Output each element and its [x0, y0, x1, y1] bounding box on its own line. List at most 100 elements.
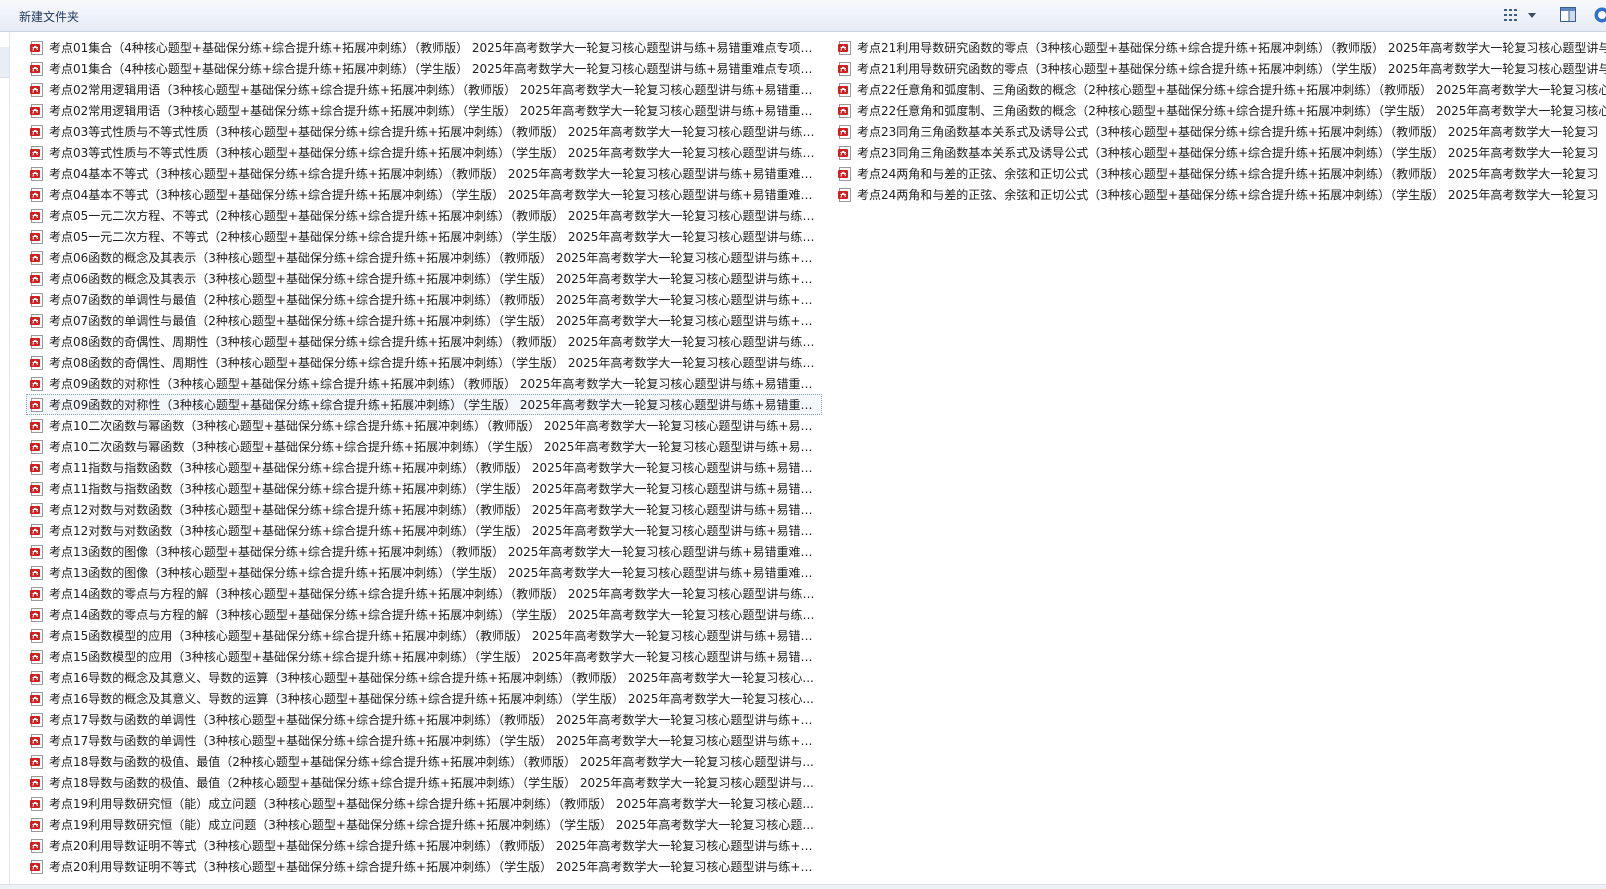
file-name: 考点18导数与函数的极值、最值（2种核心题型+基础保分练+综合提升练+拓展冲刺练… [49, 755, 814, 769]
pdf-file-icon [30, 755, 44, 769]
file-name: 考点12对数与对数函数（3种核心题型+基础保分练+综合提升练+拓展冲刺练）（学生… [49, 524, 821, 538]
file-row[interactable]: 考点03等式性质与不等式性质（3种核心题型+基础保分练+综合提升练+拓展冲刺练）… [26, 121, 822, 142]
file-row[interactable]: 考点02常用逻辑用语（3种核心题型+基础保分练+综合提升练+拓展冲刺练）（学生版… [26, 100, 822, 121]
file-list: 考点01集合（4种核心题型+基础保分练+综合提升练+拓展冲刺练）（教师版） 20… [0, 33, 1606, 884]
pdf-file-icon [30, 335, 44, 349]
file-row[interactable]: 考点01集合（4种核心题型+基础保分练+综合提升练+拓展冲刺练）（学生版） 20… [26, 58, 822, 79]
file-name: 考点05一元二次方程、不等式（2种核心题型+基础保分练+综合提升练+拓展冲刺练）… [49, 230, 821, 244]
file-row[interactable]: 考点21利用导数研究函数的零点（3种核心题型+基础保分练+综合提升练+拓展冲刺练… [834, 58, 1606, 79]
pdf-file-icon [30, 419, 44, 433]
file-row[interactable]: 考点07函数的单调性与最值（2种核心题型+基础保分练+综合提升练+拓展冲刺练）（… [26, 289, 822, 310]
file-row[interactable]: 考点20利用导数证明不等式（3种核心题型+基础保分练+综合提升练+拓展冲刺练）（… [26, 856, 822, 877]
explorer-toolbar: 新建文件夹 [0, 0, 1606, 32]
file-name: 考点21利用导数研究函数的零点（3种核心题型+基础保分练+综合提升练+拓展冲刺练… [857, 62, 1606, 76]
file-row[interactable]: 考点01集合（4种核心题型+基础保分练+综合提升练+拓展冲刺练）（教师版） 20… [26, 37, 822, 58]
file-row[interactable]: 考点06函数的概念及其表示（3种核心题型+基础保分练+综合提升练+拓展冲刺练）（… [26, 268, 822, 289]
pdf-file-icon [30, 482, 44, 496]
pdf-file-icon [30, 293, 44, 307]
file-name: 考点09函数的对称性（3种核心题型+基础保分练+综合提升练+拓展冲刺练）（教师版… [49, 377, 821, 391]
file-row[interactable]: 考点14函数的零点与方程的解（3种核心题型+基础保分练+综合提升练+拓展冲刺练）… [26, 583, 822, 604]
pdf-file-icon [30, 314, 44, 328]
file-row[interactable]: 考点08函数的奇偶性、周期性（3种核心题型+基础保分练+综合提升练+拓展冲刺练）… [26, 331, 822, 352]
pdf-file-icon [30, 608, 44, 622]
pdf-file-icon [838, 146, 852, 160]
file-name: 考点03等式性质与不等式性质（3种核心题型+基础保分练+综合提升练+拓展冲刺练）… [49, 125, 821, 139]
file-row[interactable]: 考点04基本不等式（3种核心题型+基础保分练+综合提升练+拓展冲刺练）（学生版）… [26, 184, 822, 205]
file-column-right: 考点21利用导数研究函数的零点（3种核心题型+基础保分练+综合提升练+拓展冲刺练… [834, 37, 1606, 205]
file-row[interactable]: 考点10二次函数与幂函数（3种核心题型+基础保分练+综合提升练+拓展冲刺练）（教… [26, 415, 822, 436]
file-row[interactable]: 考点24两角和与差的正弦、余弦和正切公式（3种核心题型+基础保分练+综合提升练+… [834, 163, 1606, 184]
file-name: 考点22任意角和弧度制、三角函数的概念（2种核心题型+基础保分练+综合提升练+拓… [857, 104, 1606, 118]
file-row[interactable]: 考点11指数与指数函数（3种核心题型+基础保分练+综合提升练+拓展冲刺练）（教师… [26, 457, 822, 478]
file-row[interactable]: 考点18导数与函数的极值、最值（2种核心题型+基础保分练+综合提升练+拓展冲刺练… [26, 751, 822, 772]
pdf-file-icon [30, 671, 44, 685]
file-name: 考点09函数的对称性（3种核心题型+基础保分练+综合提升练+拓展冲刺练）（学生版… [49, 398, 821, 412]
file-row[interactable]: 考点11指数与指数函数（3种核心题型+基础保分练+综合提升练+拓展冲刺练）（学生… [26, 478, 822, 499]
file-name: 考点01集合（4种核心题型+基础保分练+综合提升练+拓展冲刺练）（学生版） 20… [49, 62, 821, 76]
pdf-file-icon [838, 104, 852, 118]
file-row[interactable]: 考点23同角三角函数基本关系式及诱导公式（3种核心题型+基础保分练+综合提升练+… [834, 121, 1606, 142]
file-name: 考点20利用导数证明不等式（3种核心题型+基础保分练+综合提升练+拓展冲刺练）（… [49, 860, 821, 874]
file-name: 考点24两角和与差的正弦、余弦和正切公式（3种核心题型+基础保分练+综合提升练+… [857, 167, 1599, 181]
file-row[interactable]: 考点17导数与函数的单调性（3种核心题型+基础保分练+综合提升练+拓展冲刺练）（… [26, 709, 822, 730]
file-row[interactable]: 考点05一元二次方程、不等式（2种核心题型+基础保分练+综合提升练+拓展冲刺练）… [26, 226, 822, 247]
new-folder-button[interactable]: 新建文件夹 [19, 8, 79, 25]
pdf-file-icon [30, 818, 44, 832]
file-name: 考点05一元二次方程、不等式（2种核心题型+基础保分练+综合提升练+拓展冲刺练）… [49, 209, 821, 223]
file-row[interactable]: 考点12对数与对数函数（3种核心题型+基础保分练+综合提升练+拓展冲刺练）（学生… [26, 520, 822, 541]
file-row[interactable]: 考点15函数模型的应用（3种核心题型+基础保分练+综合提升练+拓展冲刺练）（教师… [26, 625, 822, 646]
file-row[interactable]: 考点12对数与对数函数（3种核心题型+基础保分练+综合提升练+拓展冲刺练）（教师… [26, 499, 822, 520]
file-name: 考点16导数的概念及其意义、导数的运算（3种核心题型+基础保分练+综合提升练+拓… [49, 671, 814, 685]
file-name: 考点20利用导数证明不等式（3种核心题型+基础保分练+综合提升练+拓展冲刺练）（… [49, 839, 821, 853]
file-name: 考点04基本不等式（3种核心题型+基础保分练+综合提升练+拓展冲刺练）（学生版）… [49, 188, 821, 202]
pdf-file-icon [30, 377, 44, 391]
file-row[interactable]: 考点02常用逻辑用语（3种核心题型+基础保分练+综合提升练+拓展冲刺练）（教师版… [26, 79, 822, 100]
file-row[interactable]: 考点08函数的奇偶性、周期性（3种核心题型+基础保分练+综合提升练+拓展冲刺练）… [26, 352, 822, 373]
file-row[interactable]: 考点15函数模型的应用（3种核心题型+基础保分练+综合提升练+拓展冲刺练）（学生… [26, 646, 822, 667]
file-row[interactable]: 考点16导数的概念及其意义、导数的运算（3种核心题型+基础保分练+综合提升练+拓… [26, 667, 822, 688]
file-name: 考点03等式性质与不等式性质（3种核心题型+基础保分练+综合提升练+拓展冲刺练）… [49, 146, 821, 160]
pdf-file-icon [30, 839, 44, 853]
pdf-file-icon [30, 524, 44, 538]
file-row[interactable]: 考点22任意角和弧度制、三角函数的概念（2种核心题型+基础保分练+综合提升练+拓… [834, 100, 1606, 121]
file-row[interactable]: 考点19利用导数研究恒（能）成立问题（3种核心题型+基础保分练+综合提升练+拓展… [26, 814, 822, 835]
pdf-file-icon [30, 41, 44, 55]
pdf-file-icon [30, 272, 44, 286]
preview-pane-icon[interactable] [1560, 7, 1576, 22]
file-row[interactable]: 考点06函数的概念及其表示（3种核心题型+基础保分练+综合提升练+拓展冲刺练）（… [26, 247, 822, 268]
file-row[interactable]: 考点13函数的图像（3种核心题型+基础保分练+综合提升练+拓展冲刺练）（教师版）… [26, 541, 822, 562]
pdf-file-icon [30, 209, 44, 223]
file-row[interactable]: 考点10二次函数与幂函数（3种核心题型+基础保分练+综合提升练+拓展冲刺练）（学… [26, 436, 822, 457]
file-row[interactable]: 考点16导数的概念及其意义、导数的运算（3种核心题型+基础保分练+综合提升练+拓… [26, 688, 822, 709]
file-name: 考点04基本不等式（3种核心题型+基础保分练+综合提升练+拓展冲刺练）（教师版）… [49, 167, 821, 181]
pdf-file-icon [838, 62, 852, 76]
file-name: 考点13函数的图像（3种核心题型+基础保分练+综合提升练+拓展冲刺练）（教师版）… [49, 545, 821, 559]
pdf-file-icon [30, 629, 44, 643]
file-row[interactable]: 考点19利用导数研究恒（能）成立问题（3种核心题型+基础保分练+综合提升练+拓展… [26, 793, 822, 814]
file-row[interactable]: 考点05一元二次方程、不等式（2种核心题型+基础保分练+综合提升练+拓展冲刺练）… [26, 205, 822, 226]
file-row[interactable]: 考点09函数的对称性（3种核心题型+基础保分练+综合提升练+拓展冲刺练）（教师版… [26, 373, 822, 394]
pdf-file-icon [30, 167, 44, 181]
file-row[interactable]: 考点04基本不等式（3种核心题型+基础保分练+综合提升练+拓展冲刺练）（教师版）… [26, 163, 822, 184]
pdf-file-icon [30, 566, 44, 580]
pdf-file-icon [838, 188, 852, 202]
file-row[interactable]: 考点24两角和与差的正弦、余弦和正切公式（3种核心题型+基础保分练+综合提升练+… [834, 184, 1606, 205]
file-row[interactable]: 考点21利用导数研究函数的零点（3种核心题型+基础保分练+综合提升练+拓展冲刺练… [834, 37, 1606, 58]
file-row[interactable]: 考点22任意角和弧度制、三角函数的概念（2种核心题型+基础保分练+综合提升练+拓… [834, 79, 1606, 100]
chevron-down-icon[interactable] [1526, 8, 1538, 22]
horizontal-scrollbar[interactable] [0, 884, 1606, 889]
help-icon[interactable] [1594, 7, 1606, 23]
file-row[interactable]: 考点09函数的对称性（3种核心题型+基础保分练+综合提升练+拓展冲刺练）（学生版… [26, 394, 822, 415]
view-options-icon[interactable] [1503, 8, 1519, 22]
file-row[interactable]: 考点23同角三角函数基本关系式及诱导公式（3种核心题型+基础保分练+综合提升练+… [834, 142, 1606, 163]
file-row[interactable]: 考点03等式性质与不等式性质（3种核心题型+基础保分练+综合提升练+拓展冲刺练）… [26, 142, 822, 163]
file-row[interactable]: 考点13函数的图像（3种核心题型+基础保分练+综合提升练+拓展冲刺练）（学生版）… [26, 562, 822, 583]
file-name: 考点07函数的单调性与最值（2种核心题型+基础保分练+综合提升练+拓展冲刺练）（… [49, 293, 821, 307]
file-row[interactable]: 考点18导数与函数的极值、最值（2种核心题型+基础保分练+综合提升练+拓展冲刺练… [26, 772, 822, 793]
file-row[interactable]: 考点07函数的单调性与最值（2种核心题型+基础保分练+综合提升练+拓展冲刺练）（… [26, 310, 822, 331]
pdf-file-icon [30, 62, 44, 76]
file-row[interactable]: 考点20利用导数证明不等式（3种核心题型+基础保分练+综合提升练+拓展冲刺练）（… [26, 835, 822, 856]
file-row[interactable]: 考点14函数的零点与方程的解（3种核心题型+基础保分练+综合提升练+拓展冲刺练）… [26, 604, 822, 625]
pdf-file-icon [30, 356, 44, 370]
file-row[interactable]: 考点17导数与函数的单调性（3种核心题型+基础保分练+综合提升练+拓展冲刺练）（… [26, 730, 822, 751]
